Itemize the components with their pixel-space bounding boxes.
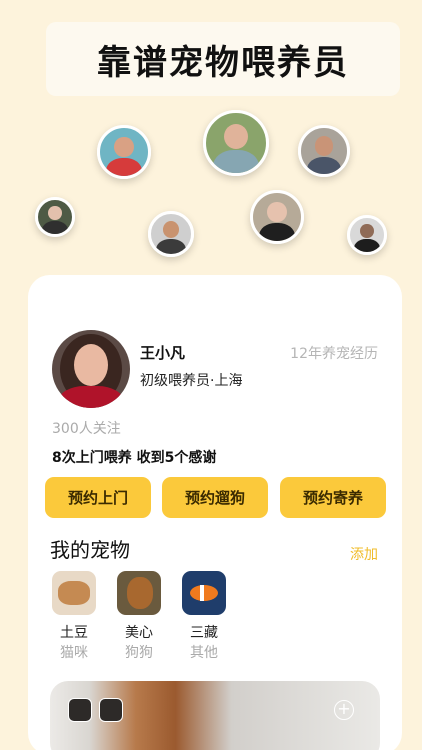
caregiver-avatar-5[interactable] bbox=[148, 211, 194, 257]
pet-avatar-sanzang[interactable] bbox=[182, 571, 226, 615]
pet-type: 其他 bbox=[190, 645, 218, 661]
caregiver-avatar-4[interactable] bbox=[35, 197, 75, 237]
profile-name: 王小凡 bbox=[140, 344, 186, 362]
pet-type: 狗狗 bbox=[125, 645, 153, 661]
add-pet-link[interactable]: 添加 bbox=[350, 544, 378, 564]
pet-avatar-tudou[interactable] bbox=[52, 571, 96, 615]
pet-avatar-meixin[interactable] bbox=[117, 571, 161, 615]
book-boarding-button[interactable]: 预约寄养 bbox=[280, 477, 386, 518]
service-stats: 8次上门喂养 收到5个感谢 bbox=[52, 450, 217, 466]
caregiver-avatar-1[interactable] bbox=[97, 125, 151, 179]
profile-avatar[interactable] bbox=[52, 330, 130, 408]
add-photo-icon[interactable]: + bbox=[334, 700, 354, 720]
caregiver-avatar-7[interactable] bbox=[347, 215, 387, 255]
title-banner: 靠谱宠物喂养员 bbox=[46, 22, 400, 96]
profile-role: 初级喂养员·上海 bbox=[140, 373, 243, 389]
my-pets-title: 我的宠物 bbox=[50, 538, 130, 562]
caregiver-avatar-2[interactable] bbox=[203, 110, 269, 176]
caregiver-avatar-3[interactable] bbox=[298, 125, 350, 177]
caregiver-avatar-6[interactable] bbox=[250, 190, 304, 244]
pet-type: 猫咪 bbox=[60, 645, 88, 661]
book-home-visit-button[interactable]: 预约上门 bbox=[45, 477, 151, 518]
pet-name: 三藏 bbox=[190, 625, 218, 641]
photo-thumbnail[interactable] bbox=[99, 698, 123, 722]
pet-name: 土豆 bbox=[60, 625, 88, 641]
experience-label: 12年养宠经历 bbox=[290, 346, 378, 362]
book-dog-walk-button[interactable]: 预约遛狗 bbox=[162, 477, 268, 518]
pet-name: 美心 bbox=[125, 625, 153, 641]
photo-thumbnail[interactable] bbox=[68, 698, 92, 722]
page-title: 靠谱宠物喂养员 bbox=[97, 42, 349, 83]
followers-count: 300人关注 bbox=[52, 421, 121, 437]
